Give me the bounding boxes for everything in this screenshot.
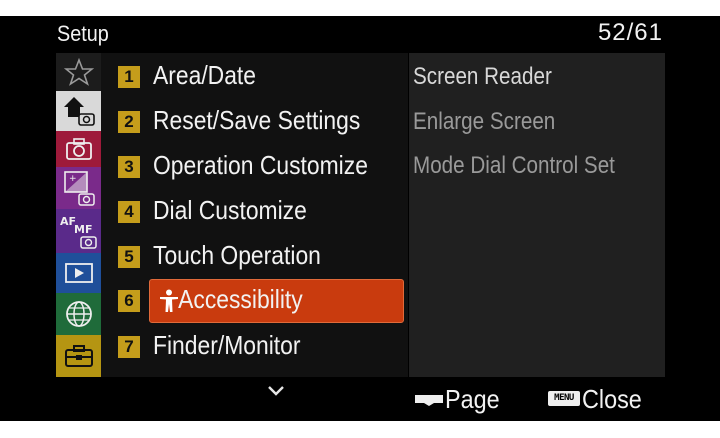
item-number: 4 xyxy=(118,201,140,223)
menu-item-reset-save[interactable]: 2 Reset/Save Settings xyxy=(101,98,408,142)
svg-text:+: + xyxy=(69,174,77,184)
camera-screen: Setup 52/61 + AF MF 1 Area/Date 2 Reset/… xyxy=(0,16,720,421)
item-label: Finder/Monitor xyxy=(153,330,301,360)
scroll-down-icon[interactable] xyxy=(263,385,289,397)
item-number: 7 xyxy=(118,336,140,358)
item-label: Area/Date xyxy=(153,60,257,90)
star-icon xyxy=(63,58,94,86)
tab-my-menu[interactable] xyxy=(56,53,101,91)
close-hint[interactable]: Close xyxy=(582,383,642,415)
menu-item-area-date[interactable]: 1 Area/Date xyxy=(101,53,408,97)
tab-setup[interactable] xyxy=(56,335,101,377)
home-camera-icon xyxy=(63,97,95,126)
tab-network[interactable] xyxy=(56,293,101,335)
item-label: Touch Operation xyxy=(153,240,321,270)
menu-item-accessibility[interactable]: 6 Accessibility xyxy=(101,277,408,323)
submenu-item-mode-dial-control-set[interactable]: Mode Dial Control Set xyxy=(413,149,615,183)
menu-key-icon: MENU xyxy=(548,391,580,406)
menu-item-operation-customize[interactable]: 3 Operation Customize xyxy=(101,143,408,187)
submenu-panel: Screen Reader Enlarge Screen Mode Dial C… xyxy=(409,53,665,377)
toolbox-icon xyxy=(64,345,93,367)
camera-icon xyxy=(65,138,92,160)
tab-exposure[interactable]: + xyxy=(56,167,101,209)
tab-playback[interactable] xyxy=(56,253,101,293)
item-label: Operation Customize xyxy=(153,150,368,180)
svg-text:MF: MF xyxy=(74,223,92,236)
page-counter: 52/61 xyxy=(597,19,663,46)
playback-icon xyxy=(64,263,93,283)
tab-shooting[interactable] xyxy=(56,131,101,167)
exposure-camera-icon: + xyxy=(63,171,95,206)
item-number: 1 xyxy=(118,66,140,88)
page-title: Setup xyxy=(57,21,109,46)
tab-main[interactable] xyxy=(56,91,101,131)
af-mf-icon: AF MF xyxy=(60,215,97,249)
item-label: Reset/Save Settings xyxy=(153,105,361,135)
item-number: 3 xyxy=(118,156,140,178)
tab-focus[interactable]: AF MF xyxy=(56,209,101,253)
menu-list: 1 Area/Date 2 Reset/Save Settings 3 Oper… xyxy=(101,53,408,377)
submenu-item-screen-reader[interactable]: Screen Reader xyxy=(413,60,552,94)
item-label: Dial Customize xyxy=(153,195,307,225)
item-label: Accessibility xyxy=(178,284,303,314)
menu-item-finder-monitor[interactable]: 7 Finder/Monitor xyxy=(101,323,408,367)
category-sidebar: + AF MF xyxy=(56,53,101,377)
item-number: 6 xyxy=(118,290,140,312)
page-key-icon xyxy=(415,395,443,406)
menu-item-dial-customize[interactable]: 4 Dial Customize xyxy=(101,188,408,232)
menu-item-touch-operation[interactable]: 5 Touch Operation xyxy=(101,233,408,277)
page-hint: Page xyxy=(445,384,500,414)
item-number: 2 xyxy=(118,111,140,133)
globe-icon xyxy=(65,301,92,327)
submenu-item-enlarge-screen[interactable]: Enlarge Screen xyxy=(413,105,555,139)
item-number: 5 xyxy=(118,246,140,268)
